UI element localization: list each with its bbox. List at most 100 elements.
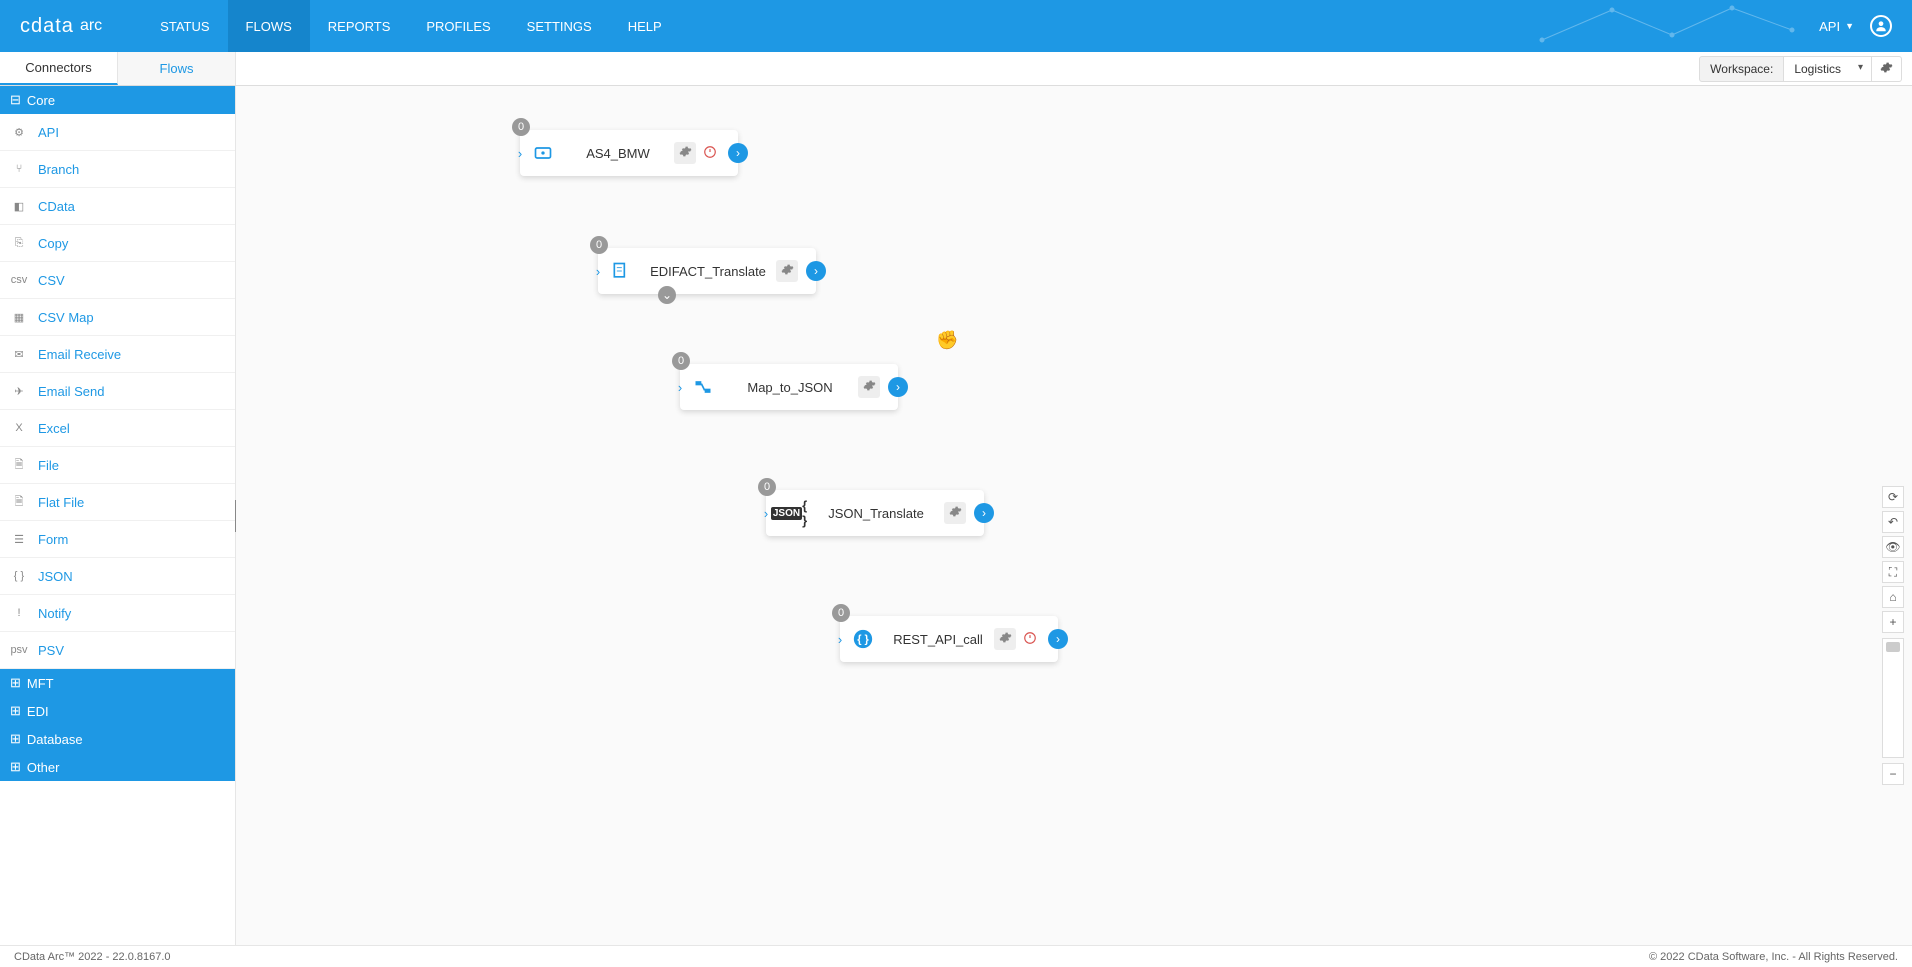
node-expand-button[interactable]: ⌄ <box>658 286 676 304</box>
connector-json[interactable]: { }JSON <box>0 558 235 595</box>
nav-item-settings[interactable]: SETTINGS <box>509 0 610 52</box>
connector-email-send[interactable]: ✈ Email Send <box>0 373 235 410</box>
nav-item-status[interactable]: STATUS <box>142 0 227 52</box>
connector-branch[interactable]: ⑂Branch <box>0 151 235 188</box>
zoom-slider[interactable] <box>1882 638 1904 758</box>
nav-item-reports[interactable]: REPORTS <box>310 0 409 52</box>
plus-icon: + <box>1889 615 1896 629</box>
sub-tabs-left: Connectors Flows <box>0 52 236 85</box>
grab-cursor-icon: ✊ <box>936 330 958 351</box>
connector-form[interactable]: ☰Form <box>0 521 235 558</box>
connector-sidebar: ⊟Core⚙API⑂Branch◧CData⎘CopycsvCSV▦CSV Ma… <box>0 86 236 945</box>
node-type-icon <box>610 260 632 282</box>
expand-icon: ⊞ <box>10 703 21 719</box>
node-badge: 0 <box>672 352 690 370</box>
flow-canvas[interactable]: ✊ ⟳ ↶ 👁 ⛶ ⌂ + − 0›AS4_BMW› 0›EDIFACT_Tran… <box>236 86 1912 945</box>
gear-icon <box>679 145 692 161</box>
chevron-right-icon: › <box>838 632 842 647</box>
connector-api[interactable]: ⚙API <box>0 114 235 151</box>
connector-label: Flat File <box>38 495 84 510</box>
nav-item-flows[interactable]: FLOWS <box>228 0 310 52</box>
undo-button[interactable]: ↶ <box>1882 511 1904 533</box>
workspace-settings-button[interactable] <box>1872 56 1902 82</box>
node-input-port[interactable]: › <box>512 146 528 161</box>
svg-text:{ }: { } <box>857 634 869 646</box>
node-output-port[interactable]: › <box>728 143 748 163</box>
flow-node-n5[interactable]: 0›{ }REST_API_call› <box>840 616 1058 662</box>
gear-icon <box>949 505 962 521</box>
node-output-port[interactable]: › <box>806 261 826 281</box>
workspace-selected: Logistics <box>1794 62 1841 76</box>
node-label: REST_API_call <box>882 632 994 647</box>
node-type-icon: { } <box>852 628 874 650</box>
connector-flat-file[interactable]: 🗎Flat File <box>0 484 235 521</box>
expand-icon: ⊞ <box>10 731 21 747</box>
node-output-port[interactable]: › <box>974 503 994 523</box>
node-input-port[interactable]: › <box>832 632 848 647</box>
sidebar-category-other[interactable]: ⊞Other <box>0 753 235 781</box>
node-settings-button[interactable] <box>776 260 798 282</box>
view-button[interactable]: 👁 <box>1882 536 1904 558</box>
refresh-button[interactable]: ⟳ <box>1882 486 1904 508</box>
node-input-port[interactable]: › <box>590 264 606 279</box>
node-settings-button[interactable] <box>994 628 1016 650</box>
node-badge: 0 <box>758 478 776 496</box>
connector-email-receive[interactable]: ✉Email Receive <box>0 336 235 373</box>
flow-node-n1[interactable]: 0›AS4_BMW› <box>520 130 738 176</box>
zoom-out-button[interactable]: − <box>1882 763 1904 785</box>
chevron-right-icon: › <box>814 264 818 278</box>
connector-label: Excel <box>38 421 70 436</box>
connector-psv[interactable]: psvPSV <box>0 632 235 669</box>
nav-item-help[interactable]: HELP <box>610 0 680 52</box>
node-label: Map_to_JSON <box>722 380 858 395</box>
node-output-port[interactable]: › <box>888 377 908 397</box>
canvas-toolbar: ⟳ ↶ 👁 ⛶ ⌂ + − <box>1882 486 1904 785</box>
connector-notify[interactable]: !Notify <box>0 595 235 632</box>
flow-node-n4[interactable]: 0›JSON{ }JSON_Translate› <box>766 490 984 536</box>
sidebar-category-database[interactable]: ⊞Database <box>0 725 235 753</box>
connector-label: Copy <box>38 236 68 251</box>
user-menu[interactable] <box>1870 15 1892 37</box>
node-error-indicator[interactable] <box>700 143 720 163</box>
flow-node-n2[interactable]: 0›EDIFACT_Translate›⌄ <box>598 248 816 294</box>
chevron-right-icon: › <box>1056 632 1060 646</box>
node-settings-button[interactable] <box>858 376 880 398</box>
connector-cdata[interactable]: ◧CData <box>0 188 235 225</box>
emailout-icon: ✈ <box>10 382 28 400</box>
expand-icon: ⊞ <box>10 675 21 691</box>
sidebar-category-core[interactable]: ⊟Core <box>0 86 235 114</box>
node-settings-button[interactable] <box>674 142 696 164</box>
node-actions <box>776 260 798 282</box>
connector-label: Email Send <box>38 384 104 399</box>
home-button[interactable]: ⌂ <box>1882 586 1904 608</box>
connector-label: Form <box>38 532 68 547</box>
chevron-right-icon: › <box>896 380 900 394</box>
connector-csv-map[interactable]: ▦CSV Map <box>0 299 235 336</box>
sidebar-category-mft[interactable]: ⊞ MFT <box>0 669 235 697</box>
zoom-in-button[interactable]: + <box>1882 611 1904 633</box>
workspace-select[interactable]: Logistics <box>1784 56 1872 82</box>
node-settings-button[interactable] <box>944 502 966 524</box>
connector-file[interactable]: 🗎File <box>0 447 235 484</box>
sidebar-category-edi[interactable]: ⊞EDI <box>0 697 235 725</box>
node-error-indicator[interactable] <box>1020 629 1040 649</box>
caret-down-icon: ▼ <box>1845 21 1854 31</box>
category-label: MFT <box>27 676 54 691</box>
connector-excel[interactable]: XExcel <box>0 410 235 447</box>
tab-connectors[interactable]: Connectors <box>0 52 118 85</box>
tab-flows[interactable]: Flows <box>118 52 236 85</box>
zoom-slider-thumb[interactable] <box>1886 642 1900 652</box>
chevron-right-icon: › <box>678 380 682 395</box>
connector-copy[interactable]: ⎘Copy <box>0 225 235 262</box>
api-dropdown[interactable]: API ▼ <box>1819 19 1854 34</box>
nav-item-profiles[interactable]: PROFILES <box>408 0 508 52</box>
sidebar-scroll[interactable]: ⊟Core⚙API⑂Branch◧CData⎘CopycsvCSV▦CSV Ma… <box>0 86 235 945</box>
node-actions <box>994 628 1040 650</box>
flow-node-n3[interactable]: 0›Map_to_JSON› <box>680 364 898 410</box>
node-input-port[interactable]: › <box>672 380 688 395</box>
connector-csv[interactable]: csvCSV <box>0 262 235 299</box>
fit-button[interactable]: ⛶ <box>1882 561 1904 583</box>
gear-icon <box>781 263 794 279</box>
node-output-port[interactable]: › <box>1048 629 1068 649</box>
node-actions <box>674 142 720 164</box>
